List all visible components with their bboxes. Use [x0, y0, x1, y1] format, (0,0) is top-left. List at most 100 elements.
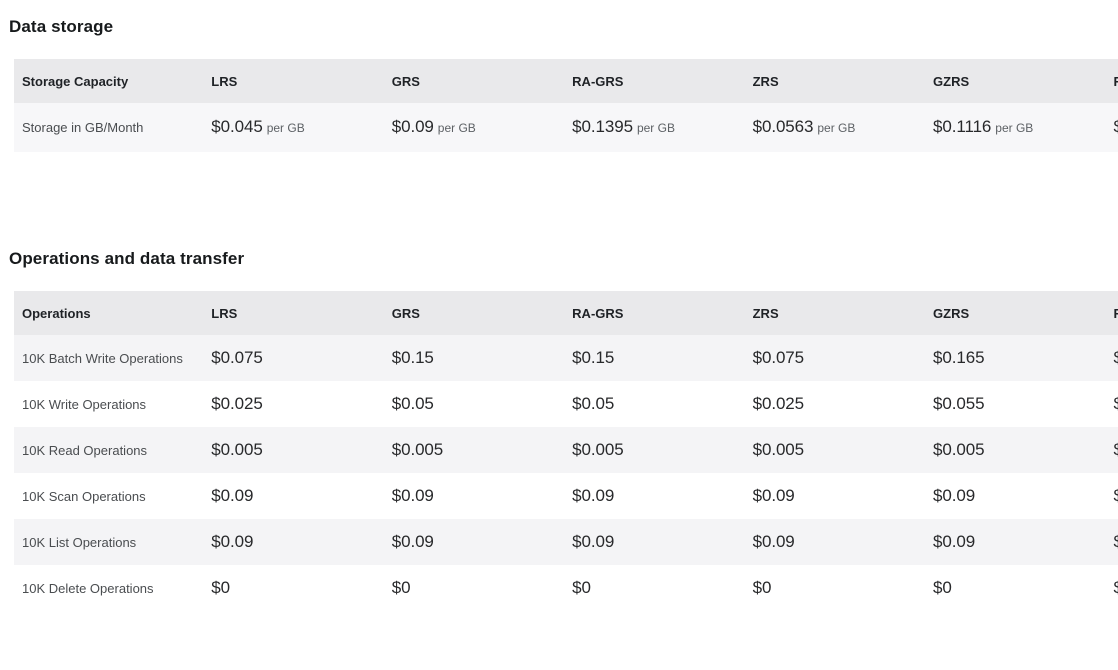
price-unit: per GB: [437, 121, 476, 135]
price-amount: $0.1116: [933, 117, 992, 136]
table-wrapper-data-storage: Storage Capacity LRS GRS RA-GRS ZRS GZRS…: [0, 59, 1118, 152]
price-cell-ra-grs: $0.09: [564, 473, 745, 519]
price-cell-grs: $0.09: [383, 473, 565, 519]
column-header-ra-gzrs: RA-GZRS: [1105, 59, 1118, 103]
table-header-row: Operations LRS GRS RA-GRS ZRS GZRS RA-GZ…: [14, 291, 1118, 335]
price-amount: $0: [211, 578, 231, 597]
price-cell-ra-grs: $0: [564, 565, 745, 611]
row-label: 10K Write Operations: [14, 381, 204, 427]
price-cell-zrs: $0: [744, 565, 926, 611]
column-header-ra-grs: RA-GRS: [564, 59, 745, 103]
price-amount: $0.15: [391, 348, 434, 367]
row-label: 10K Batch Write Operations: [14, 335, 204, 381]
row-label: 10K Read Operations: [14, 427, 204, 473]
price-cell-lrs: $0.005: [203, 427, 384, 473]
price-amount: $0.075: [211, 348, 263, 367]
price-cell-zrs: $0.0563 per GB: [744, 103, 926, 152]
price-cell-gzrs: $0.09: [925, 519, 1106, 565]
price-cell-gzrs: $0.005: [925, 427, 1106, 473]
row-label: Storage in GB/Month: [14, 103, 204, 152]
price-amount: $0.1395: [1113, 117, 1118, 136]
price-amount: $0.09: [933, 486, 976, 505]
price-cell-gzrs: $0.055: [925, 381, 1106, 427]
price-amount: $0: [933, 578, 952, 597]
column-header-ra-gzrs: RA-GZRS: [1105, 291, 1118, 335]
price-amount: $0.09: [391, 117, 434, 136]
column-header-lrs: LRS: [203, 291, 384, 335]
price-amount: $0.09: [572, 486, 615, 505]
price-unit: per GB: [266, 121, 305, 135]
price-cell-ra-gzrs: $0: [1105, 565, 1118, 611]
price-cell-ra-grs: $0.15: [564, 335, 745, 381]
pricing-page: Data storage Storage Capacity LRS GRS RA…: [0, 0, 1118, 670]
column-header-zrs: ZRS: [744, 59, 926, 103]
price-amount: $0.005: [933, 440, 985, 459]
price-amount: $0.05: [391, 394, 434, 413]
price-cell-lrs: $0.075: [203, 335, 384, 381]
price-cell-ra-gzrs: $0.165: [1105, 335, 1118, 381]
table-row: 10K Scan Operations $0.09 $0.09 $0.09 $0…: [14, 473, 1118, 519]
price-amount: $0: [1113, 578, 1118, 597]
price-amount: $0.005: [391, 440, 444, 459]
price-cell-zrs: $0.025: [744, 381, 926, 427]
column-header-ra-grs: RA-GRS: [564, 291, 745, 335]
section-data-storage: Data storage Storage Capacity LRS GRS RA…: [0, 16, 1118, 152]
table-header-row: Storage Capacity LRS GRS RA-GRS ZRS GZRS…: [14, 59, 1118, 103]
price-cell-grs: $0.005: [383, 427, 565, 473]
column-header-storage-capacity: Storage Capacity: [14, 59, 204, 103]
price-cell-gzrs: $0.09: [925, 473, 1106, 519]
table-body-data-storage: Storage in GB/Month $0.045 per GB $0.09 pe…: [14, 103, 1118, 152]
price-amount: $0.005: [211, 440, 263, 459]
price-amount: $0.09: [211, 532, 254, 551]
table-header-operations: Operations LRS GRS RA-GRS ZRS GZRS RA-GZ…: [14, 291, 1118, 335]
price-amount: $0.0563: [752, 117, 814, 136]
price-cell-ra-gzrs: $0.09: [1105, 473, 1118, 519]
price-cell-lrs: $0.025: [203, 381, 384, 427]
column-header-gzrs: GZRS: [925, 291, 1106, 335]
price-amount: $0.15: [572, 348, 615, 367]
table-row: 10K Write Operations $0.025 $0.05 $0.05 …: [14, 381, 1118, 427]
table-row: 10K Batch Write Operations $0.075 $0.15 …: [14, 335, 1118, 381]
section-operations-and-data-transfer: Operations and data transfer Operations …: [0, 248, 1118, 611]
price-cell-gzrs: $0: [925, 565, 1106, 611]
column-header-operations: Operations: [14, 291, 204, 335]
price-cell-grs: $0.09 per GB: [383, 103, 565, 152]
price-amount: $0.09: [391, 486, 434, 505]
price-cell-ra-grs: $0.1395 per GB: [564, 103, 745, 152]
price-cell-lrs: $0.045 per GB: [203, 103, 384, 152]
column-header-zrs: ZRS: [744, 291, 926, 335]
price-amount: $0.075: [752, 348, 805, 367]
price-amount: $0.09: [1113, 532, 1118, 551]
price-amount: $0.005: [752, 440, 805, 459]
price-cell-zrs: $0.09: [744, 519, 926, 565]
row-label: 10K Scan Operations: [14, 473, 204, 519]
price-amount: $0.165: [1113, 348, 1118, 367]
price-unit: per GB: [636, 121, 675, 135]
price-amount: $0: [391, 578, 411, 597]
row-label: 10K Delete Operations: [14, 565, 204, 611]
price-amount: $0.1395: [572, 117, 633, 136]
price-unit: per GB: [817, 121, 856, 135]
price-cell-lrs: $0.09: [203, 473, 384, 519]
table-body-operations: 10K Batch Write Operations $0.075 $0.15 …: [14, 335, 1118, 611]
price-amount: $0.09: [391, 532, 434, 551]
price-cell-zrs: $0.005: [744, 427, 926, 473]
price-cell-zrs: $0.09: [744, 473, 926, 519]
price-amount: $0.09: [572, 532, 615, 551]
row-label: 10K List Operations: [14, 519, 204, 565]
price-amount: $0.09: [1113, 486, 1118, 505]
pricing-table-data-storage: Storage Capacity LRS GRS RA-GRS ZRS GZRS…: [14, 59, 1118, 152]
price-amount: $0.005: [572, 440, 624, 459]
table-row: 10K Delete Operations $0 $0 $0 $0 $0 $0: [14, 565, 1118, 611]
price-amount: $0.045: [211, 117, 263, 136]
price-cell-ra-grs: $0.05: [564, 381, 745, 427]
price-cell-ra-grs: $0.09: [564, 519, 745, 565]
price-amount: $0.09: [933, 532, 976, 551]
table-header-data-storage: Storage Capacity LRS GRS RA-GRS ZRS GZRS…: [14, 59, 1118, 103]
price-amount: $0.055: [933, 394, 985, 413]
price-cell-zrs: $0.075: [744, 335, 926, 381]
price-unit: per GB: [995, 121, 1034, 135]
price-cell-ra-gzrs: $0.09: [1105, 519, 1118, 565]
page-title-data-storage: Data storage: [9, 17, 114, 36]
price-amount: $0.09: [752, 486, 795, 505]
